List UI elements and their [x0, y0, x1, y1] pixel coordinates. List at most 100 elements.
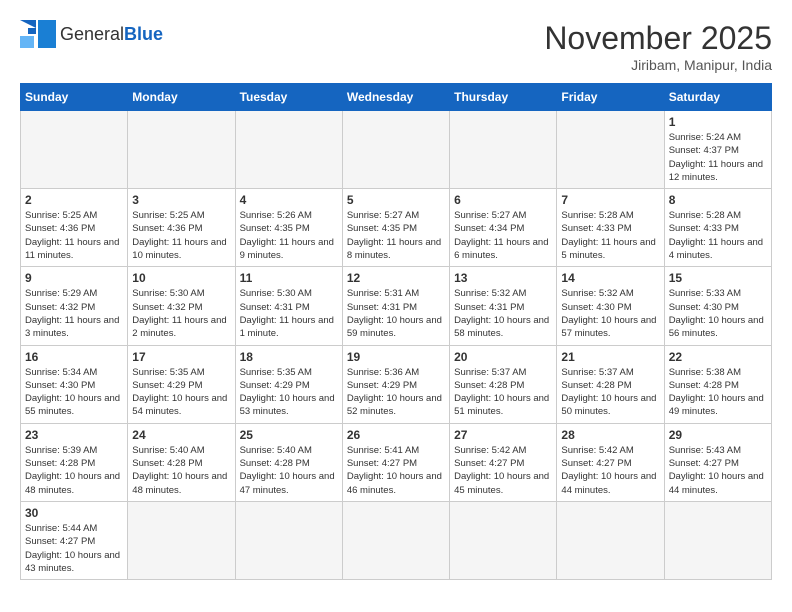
calendar-cell [342, 501, 449, 579]
day-info: Sunrise: 5:32 AM Sunset: 4:31 PM Dayligh… [454, 287, 552, 340]
calendar-cell [450, 501, 557, 579]
calendar-cell: 5 Sunrise: 5:27 AM Sunset: 4:35 PM Daylig… [342, 189, 449, 267]
calendar-cell [557, 501, 664, 579]
day-number: 7 [561, 193, 659, 207]
day-number: 6 [454, 193, 552, 207]
weekday-header-monday: Monday [128, 84, 235, 111]
day-info: Sunrise: 5:28 AM Sunset: 4:33 PM Dayligh… [669, 209, 767, 262]
calendar-cell: 24 Sunrise: 5:40 AM Sunset: 4:28 PM Dayli… [128, 423, 235, 501]
calendar-week-4: 16 Sunrise: 5:34 AM Sunset: 4:30 PM Dayli… [21, 345, 772, 423]
day-info: Sunrise: 5:37 AM Sunset: 4:28 PM Dayligh… [454, 366, 552, 419]
day-info: Sunrise: 5:42 AM Sunset: 4:27 PM Dayligh… [561, 444, 659, 497]
day-info: Sunrise: 5:24 AM Sunset: 4:37 PM Dayligh… [669, 131, 767, 184]
day-number: 3 [132, 193, 230, 207]
calendar-cell: 19 Sunrise: 5:36 AM Sunset: 4:29 PM Dayli… [342, 345, 449, 423]
weekday-header-sunday: Sunday [21, 84, 128, 111]
page-header: GeneralBlue November 2025 Jiribam, Manip… [20, 20, 772, 73]
month-title: November 2025 [544, 20, 772, 57]
day-number: 30 [25, 506, 123, 520]
day-info: Sunrise: 5:29 AM Sunset: 4:32 PM Dayligh… [25, 287, 123, 340]
day-number: 24 [132, 428, 230, 442]
day-info: Sunrise: 5:44 AM Sunset: 4:27 PM Dayligh… [25, 522, 123, 575]
day-number: 10 [132, 271, 230, 285]
day-info: Sunrise: 5:25 AM Sunset: 4:36 PM Dayligh… [132, 209, 230, 262]
day-number: 1 [669, 115, 767, 129]
day-number: 12 [347, 271, 445, 285]
day-number: 11 [240, 271, 338, 285]
calendar-cell: 20 Sunrise: 5:37 AM Sunset: 4:28 PM Dayli… [450, 345, 557, 423]
calendar-cell: 18 Sunrise: 5:35 AM Sunset: 4:29 PM Dayli… [235, 345, 342, 423]
day-info: Sunrise: 5:35 AM Sunset: 4:29 PM Dayligh… [132, 366, 230, 419]
day-number: 16 [25, 350, 123, 364]
calendar-cell: 7 Sunrise: 5:28 AM Sunset: 4:33 PM Daylig… [557, 189, 664, 267]
calendar-cell [21, 111, 128, 189]
day-info: Sunrise: 5:43 AM Sunset: 4:27 PM Dayligh… [669, 444, 767, 497]
day-info: Sunrise: 5:32 AM Sunset: 4:30 PM Dayligh… [561, 287, 659, 340]
calendar-cell: 16 Sunrise: 5:34 AM Sunset: 4:30 PM Dayli… [21, 345, 128, 423]
day-info: Sunrise: 5:40 AM Sunset: 4:28 PM Dayligh… [240, 444, 338, 497]
day-info: Sunrise: 5:25 AM Sunset: 4:36 PM Dayligh… [25, 209, 123, 262]
weekday-header-wednesday: Wednesday [342, 84, 449, 111]
calendar-cell: 4Sunrise: 5:26 AM Sunset: 4:35 PM Daylig… [235, 189, 342, 267]
day-info: Sunrise: 5:30 AM Sunset: 4:31 PM Dayligh… [240, 287, 338, 340]
weekday-header-saturday: Saturday [664, 84, 771, 111]
day-number: 8 [669, 193, 767, 207]
calendar-cell [450, 111, 557, 189]
calendar-week-6: 30 Sunrise: 5:44 AM Sunset: 4:27 PM Dayli… [21, 501, 772, 579]
calendar-cell [128, 501, 235, 579]
day-number: 19 [347, 350, 445, 364]
day-info: Sunrise: 5:28 AM Sunset: 4:33 PM Dayligh… [561, 209, 659, 262]
day-number: 21 [561, 350, 659, 364]
logo-blue: Blue [124, 24, 163, 44]
calendar-cell [664, 501, 771, 579]
day-info: Sunrise: 5:37 AM Sunset: 4:28 PM Dayligh… [561, 366, 659, 419]
calendar-cell [235, 501, 342, 579]
day-number: 20 [454, 350, 552, 364]
calendar-cell [235, 111, 342, 189]
day-info: Sunrise: 5:40 AM Sunset: 4:28 PM Dayligh… [132, 444, 230, 497]
day-number: 23 [25, 428, 123, 442]
calendar-cell: 15Sunrise: 5:33 AM Sunset: 4:30 PM Dayli… [664, 267, 771, 345]
day-number: 5 [347, 193, 445, 207]
calendar-body: 1 Sunrise: 5:24 AM Sunset: 4:37 PM Daylig… [21, 111, 772, 580]
logo: GeneralBlue [20, 20, 163, 48]
calendar-cell: 8 Sunrise: 5:28 AM Sunset: 4:33 PM Daylig… [664, 189, 771, 267]
day-info: Sunrise: 5:36 AM Sunset: 4:29 PM Dayligh… [347, 366, 445, 419]
day-number: 14 [561, 271, 659, 285]
calendar-cell: 23Sunrise: 5:39 AM Sunset: 4:28 PM Dayli… [21, 423, 128, 501]
calendar-cell: 21 Sunrise: 5:37 AM Sunset: 4:28 PM Dayli… [557, 345, 664, 423]
calendar-cell: 11 Sunrise: 5:30 AM Sunset: 4:31 PM Dayli… [235, 267, 342, 345]
weekday-header-friday: Friday [557, 84, 664, 111]
day-info: Sunrise: 5:27 AM Sunset: 4:35 PM Dayligh… [347, 209, 445, 262]
day-info: Sunrise: 5:33 AM Sunset: 4:30 PM Dayligh… [669, 287, 767, 340]
day-info: Sunrise: 5:41 AM Sunset: 4:27 PM Dayligh… [347, 444, 445, 497]
day-number: 26 [347, 428, 445, 442]
calendar-cell: 25 Sunrise: 5:40 AM Sunset: 4:28 PM Dayli… [235, 423, 342, 501]
day-number: 18 [240, 350, 338, 364]
calendar-cell: 6 Sunrise: 5:27 AM Sunset: 4:34 PM Daylig… [450, 189, 557, 267]
calendar-cell: 2 Sunrise: 5:25 AM Sunset: 4:36 PM Daylig… [21, 189, 128, 267]
day-number: 25 [240, 428, 338, 442]
day-info: Sunrise: 5:38 AM Sunset: 4:28 PM Dayligh… [669, 366, 767, 419]
weekday-header-thursday: Thursday [450, 84, 557, 111]
day-info: Sunrise: 5:34 AM Sunset: 4:30 PM Dayligh… [25, 366, 123, 419]
calendar-week-2: 2 Sunrise: 5:25 AM Sunset: 4:36 PM Daylig… [21, 189, 772, 267]
day-number: 17 [132, 350, 230, 364]
calendar-week-3: 9 Sunrise: 5:29 AM Sunset: 4:32 PM Daylig… [21, 267, 772, 345]
day-number: 29 [669, 428, 767, 442]
day-info: Sunrise: 5:35 AM Sunset: 4:29 PM Dayligh… [240, 366, 338, 419]
calendar-week-1: 1 Sunrise: 5:24 AM Sunset: 4:37 PM Daylig… [21, 111, 772, 189]
calendar-cell: 9 Sunrise: 5:29 AM Sunset: 4:32 PM Daylig… [21, 267, 128, 345]
day-info: Sunrise: 5:30 AM Sunset: 4:32 PM Dayligh… [132, 287, 230, 340]
day-info: Sunrise: 5:31 AM Sunset: 4:31 PM Dayligh… [347, 287, 445, 340]
day-number: 2 [25, 193, 123, 207]
calendar-cell: 13Sunrise: 5:32 AM Sunset: 4:31 PM Dayli… [450, 267, 557, 345]
calendar-week-5: 23Sunrise: 5:39 AM Sunset: 4:28 PM Dayli… [21, 423, 772, 501]
calendar-cell: 1 Sunrise: 5:24 AM Sunset: 4:37 PM Daylig… [664, 111, 771, 189]
day-number: 27 [454, 428, 552, 442]
calendar-cell: 12 Sunrise: 5:31 AM Sunset: 4:31 PM Dayli… [342, 267, 449, 345]
general-blue-logo-icon [20, 20, 56, 48]
calendar-header: SundayMondayTuesdayWednesdayThursdayFrid… [21, 84, 772, 111]
day-info: Sunrise: 5:27 AM Sunset: 4:34 PM Dayligh… [454, 209, 552, 262]
day-number: 9 [25, 271, 123, 285]
